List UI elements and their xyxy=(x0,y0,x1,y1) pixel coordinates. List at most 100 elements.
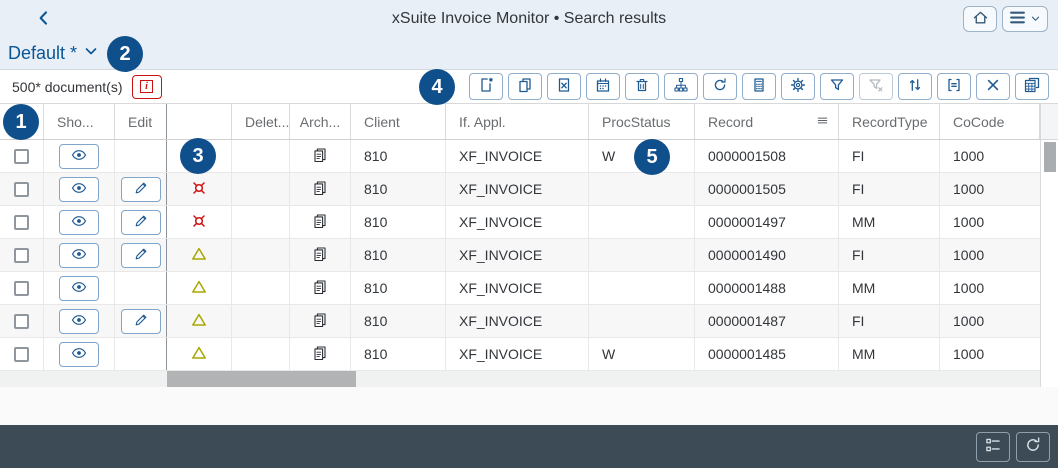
cell-if-appl: XF_INVOICE xyxy=(446,206,589,238)
cell-status xyxy=(167,305,232,337)
column-header-show[interactable]: Sho... xyxy=(44,104,115,139)
table-row[interactable]: 810 XF_INVOICE 0000001487 FI 1000 xyxy=(0,305,1040,338)
column-header-edit[interactable]: Edit xyxy=(115,104,167,139)
show-button[interactable] xyxy=(59,143,99,169)
cell-if-appl: XF_INVOICE xyxy=(446,239,589,271)
calculator-button[interactable] xyxy=(742,73,776,100)
cell-record: 0000001505 xyxy=(695,173,839,205)
archive-document-icon[interactable] xyxy=(312,147,328,166)
table-row[interactable]: 810 XF_INVOICE W 0000001508 FI 1000 xyxy=(0,140,1040,173)
show-button[interactable] xyxy=(59,176,99,202)
column-header-status[interactable] xyxy=(167,104,232,139)
cell-client: 810 xyxy=(351,173,446,205)
cell-status xyxy=(167,272,232,304)
row-checkbox[interactable] xyxy=(14,313,29,329)
show-button[interactable] xyxy=(59,308,99,334)
settings-gear-icon xyxy=(790,77,806,96)
cell-recordtype: MM xyxy=(839,272,940,304)
show-button[interactable] xyxy=(59,341,99,367)
settings-gear-button[interactable] xyxy=(781,73,815,100)
column-header-procstatus[interactable]: ProcStatus xyxy=(589,104,695,139)
show-button[interactable] xyxy=(59,275,99,301)
cell-show xyxy=(44,140,115,172)
cell-select xyxy=(0,338,44,370)
footer-bar xyxy=(0,425,1058,468)
pencil-icon xyxy=(133,312,149,331)
export-table-button[interactable] xyxy=(1015,73,1049,100)
close-button[interactable] xyxy=(976,73,1010,100)
variant-selector[interactable]: Default * xyxy=(8,43,77,64)
cell-cocode: 1000 xyxy=(953,148,985,164)
edit-button[interactable] xyxy=(120,308,161,334)
hierarchy-button[interactable] xyxy=(664,73,698,100)
delete-trash-button[interactable] xyxy=(625,73,659,100)
calendar-button[interactable] xyxy=(586,73,620,100)
column-header-recordtype[interactable]: RecordType xyxy=(839,104,940,139)
legend-list-icon xyxy=(984,436,1002,457)
menu-button[interactable] xyxy=(1002,6,1048,32)
show-button[interactable] xyxy=(59,242,99,268)
edit-button[interactable] xyxy=(120,209,161,235)
archive-document-icon[interactable] xyxy=(312,279,328,298)
results-table: Sho... Edit Delet... Arch... Client If. Appl.… xyxy=(0,104,1040,371)
archive-document-icon[interactable] xyxy=(312,213,328,232)
table-row[interactable]: 810 XF_INVOICE 0000001505 FI 1000 xyxy=(0,173,1040,206)
home-button[interactable] xyxy=(963,6,997,32)
row-checkbox[interactable] xyxy=(14,247,29,263)
archive-document-icon[interactable] xyxy=(312,180,328,199)
add-document-button[interactable] xyxy=(469,73,503,100)
row-checkbox[interactable] xyxy=(14,214,29,230)
row-checkbox[interactable] xyxy=(14,181,29,197)
back-button[interactable] xyxy=(30,7,58,31)
cell-record: 0000001497 xyxy=(695,206,839,238)
variant-chevron-down-icon[interactable] xyxy=(83,43,99,64)
page-title: xSuite Invoice Monitor • Search results xyxy=(391,10,667,27)
refresh-button[interactable] xyxy=(1016,431,1050,462)
row-checkbox[interactable] xyxy=(14,280,29,296)
show-button[interactable] xyxy=(59,209,99,235)
column-header-delete[interactable]: Delet... xyxy=(232,104,290,139)
warning-icon xyxy=(191,312,207,331)
cell-delete xyxy=(232,140,290,172)
refresh-button[interactable] xyxy=(703,73,737,100)
cell-cocode: 1000 xyxy=(953,280,985,296)
chevron-down-icon xyxy=(1030,12,1041,27)
cell-if-appl: XF_INVOICE xyxy=(446,272,589,304)
cell-select xyxy=(0,305,44,337)
copy-button[interactable] xyxy=(508,73,542,100)
warning-icon xyxy=(191,246,207,265)
vertical-scrollbar-thumb[interactable] xyxy=(1044,142,1056,172)
horizontal-scrollbar[interactable] xyxy=(0,371,1040,387)
legend-list-button[interactable] xyxy=(976,431,1010,462)
table-row[interactable]: 810 XF_INVOICE 0000001488 MM 1000 xyxy=(0,272,1040,305)
cell-if-appl: XF_INVOICE xyxy=(446,338,589,370)
info-button[interactable]: i xyxy=(131,74,162,99)
column-header-client[interactable]: Client xyxy=(351,104,446,139)
table-row[interactable]: 810 XF_INVOICE W 0000001485 MM 1000 xyxy=(0,338,1040,371)
column-header-archive[interactable]: Arch... xyxy=(290,104,351,139)
sort-button[interactable] xyxy=(898,73,932,100)
table-row[interactable]: 810 XF_INVOICE 0000001497 MM 1000 xyxy=(0,206,1040,239)
legend-button[interactable] xyxy=(937,73,971,100)
column-header-record[interactable]: Record xyxy=(695,104,839,139)
filter-icon xyxy=(829,77,845,96)
table-row[interactable]: 810 XF_INVOICE 0000001490 FI 1000 xyxy=(0,239,1040,272)
pencil-icon xyxy=(133,213,149,232)
horizontal-scrollbar-thumb[interactable] xyxy=(167,371,356,387)
archive-document-icon[interactable] xyxy=(312,246,328,265)
column-header-if-appl[interactable]: If. Appl. xyxy=(446,104,589,139)
edit-button[interactable] xyxy=(120,176,161,202)
archive-document-icon[interactable] xyxy=(312,312,328,331)
filter-button[interactable] xyxy=(820,73,854,100)
export-excel-button[interactable] xyxy=(547,73,581,100)
cell-cocode: 1000 xyxy=(953,346,985,362)
archive-document-icon[interactable] xyxy=(312,345,328,364)
edit-button[interactable] xyxy=(120,242,161,268)
cell-client: 810 xyxy=(351,140,446,172)
row-checkbox[interactable] xyxy=(14,346,29,362)
vertical-scrollbar[interactable] xyxy=(1040,104,1058,387)
export-table-icon xyxy=(1024,77,1040,96)
cell-show xyxy=(44,239,115,271)
column-header-cocode[interactable]: CoCode xyxy=(940,104,1040,139)
row-checkbox[interactable] xyxy=(14,148,29,164)
